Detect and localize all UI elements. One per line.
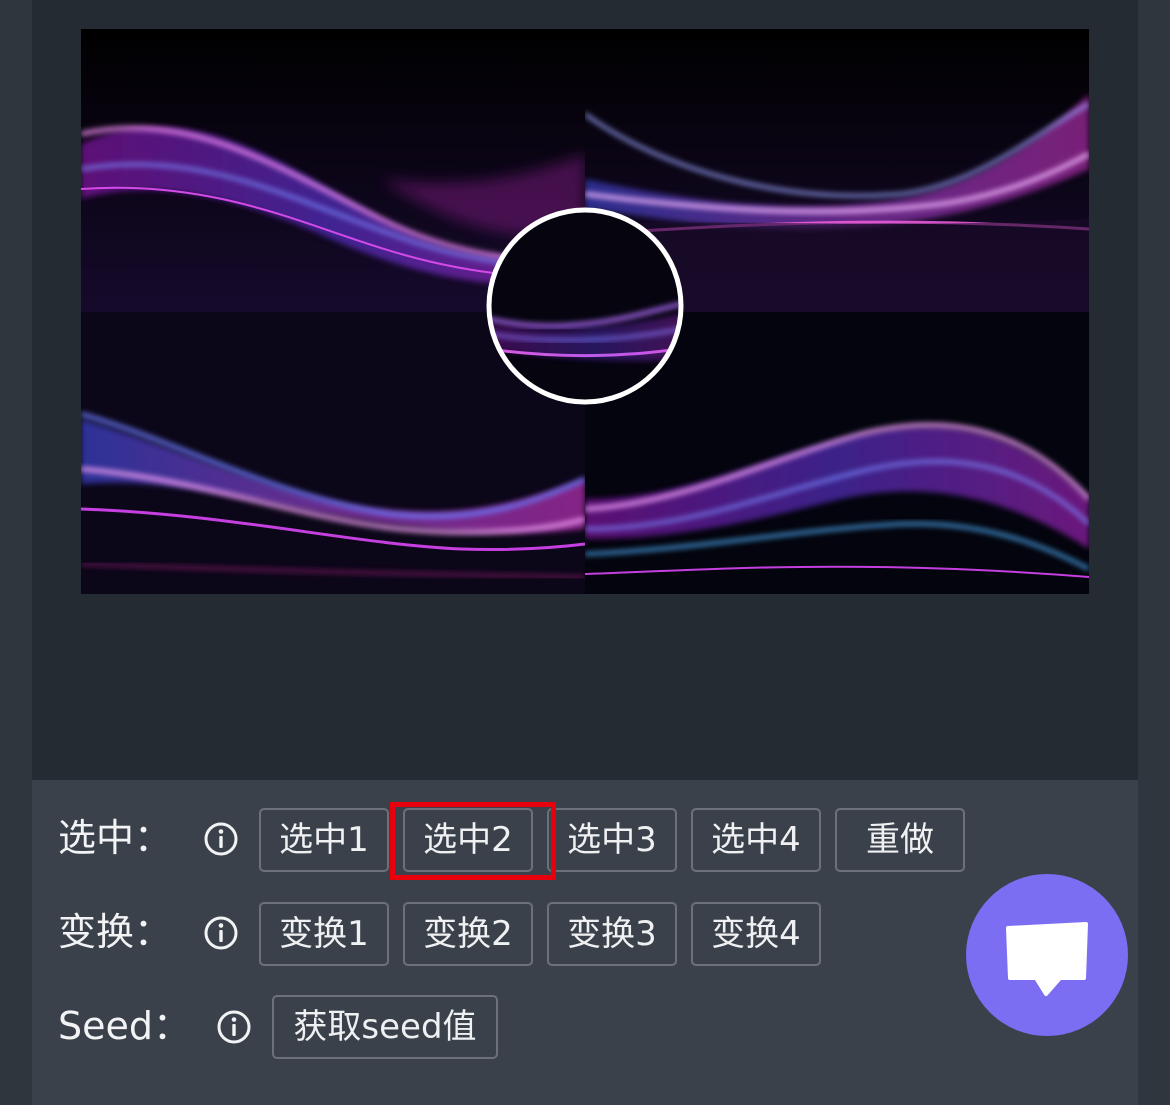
variation-4-button[interactable]: 变换4: [691, 902, 821, 966]
select-row-label: 选中：: [58, 816, 173, 860]
highlight-box: [390, 802, 556, 880]
variation-row-label: 变换：: [58, 910, 173, 954]
select-4-button[interactable]: 选中4: [691, 808, 821, 872]
get-seed-button[interactable]: 获取seed值: [272, 995, 498, 1059]
info-icon[interactable]: [204, 916, 238, 950]
redo-button[interactable]: 重做: [835, 808, 965, 872]
info-icon[interactable]: [204, 822, 238, 856]
generated-image-grid[interactable]: [81, 29, 1089, 594]
chat-bubble-icon: [1006, 922, 1088, 996]
variation-1-button[interactable]: 变换1: [259, 902, 389, 966]
chat-button[interactable]: [966, 874, 1128, 1036]
variation-3-button[interactable]: 变换3: [547, 902, 677, 966]
seed-row-label: Seed：: [58, 1004, 192, 1048]
info-icon[interactable]: [217, 1010, 251, 1044]
variation-2-button[interactable]: 变换2: [403, 902, 533, 966]
select-3-button[interactable]: 选中3: [547, 808, 677, 872]
wave-image: [81, 29, 1089, 594]
select-1-button[interactable]: 选中1: [259, 808, 389, 872]
